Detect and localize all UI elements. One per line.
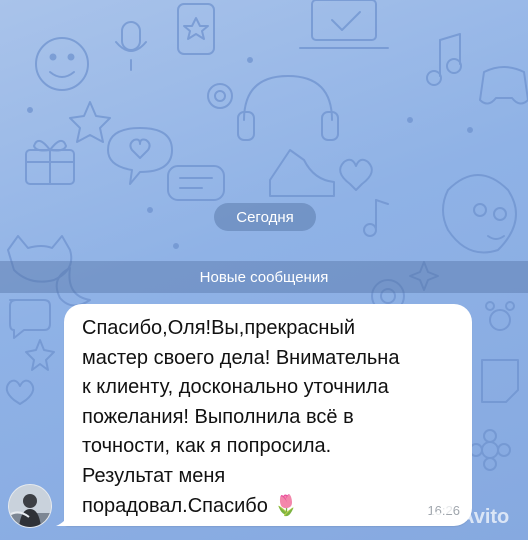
heart-icon-2 xyxy=(5,379,35,405)
star-icon xyxy=(69,101,111,143)
music-note-icon xyxy=(426,33,462,86)
headphones-icon xyxy=(237,75,339,141)
star-icon-2 xyxy=(25,339,55,371)
new-messages-banner: Новые сообщения xyxy=(0,261,528,293)
heart-bubble-icon xyxy=(107,127,173,185)
dog-face-icon xyxy=(442,174,517,254)
phone-icon xyxy=(177,3,215,55)
flower-icon xyxy=(469,429,511,471)
new-messages-label: Новые сообщения xyxy=(199,268,329,286)
bubble-tail xyxy=(56,510,72,526)
sneaker-icon xyxy=(269,149,335,197)
date-label: Сегодня xyxy=(236,208,294,226)
sender-avatar[interactable] xyxy=(8,484,52,528)
avito-logo xyxy=(430,504,456,530)
watermark-text: Avito xyxy=(460,505,510,528)
music-note-icon-2 xyxy=(363,199,389,237)
date-separator: Сегодня xyxy=(214,203,316,231)
paw-icon xyxy=(485,301,515,331)
laptop-icon xyxy=(299,0,389,49)
chat-bubble-icon-2 xyxy=(9,299,51,339)
at-sign-icon xyxy=(207,83,233,109)
heart-icon xyxy=(339,158,373,191)
gift-icon xyxy=(25,139,75,185)
avito-watermark: Avito xyxy=(430,498,526,536)
message-text: Спасибо,Оля!Вы,прекрасный мастер своего … xyxy=(82,317,400,517)
microphone-icon xyxy=(115,21,147,71)
sticker-icon xyxy=(481,359,519,403)
message-bubble[interactable]: Спасибо,Оля!Вы,прекрасный мастер своего … xyxy=(56,304,472,526)
smiley-icon xyxy=(35,37,89,91)
chat-bubble-icon xyxy=(167,165,225,201)
gamepad-icon xyxy=(479,66,528,105)
